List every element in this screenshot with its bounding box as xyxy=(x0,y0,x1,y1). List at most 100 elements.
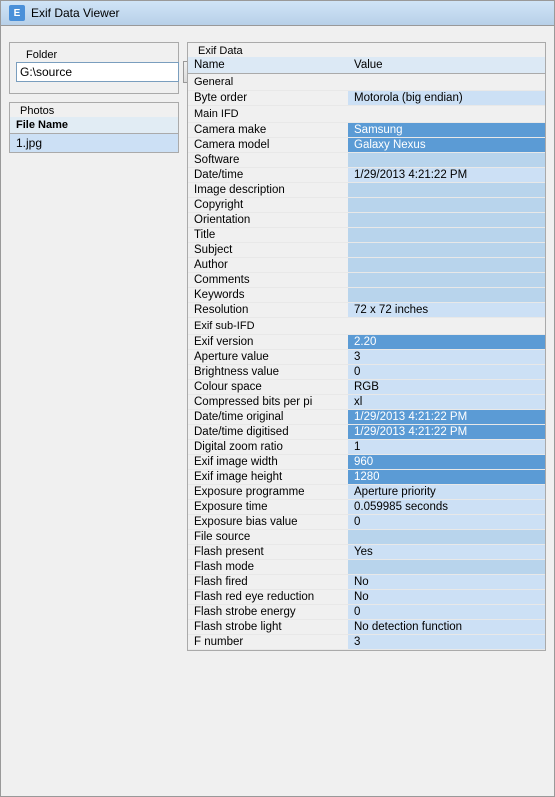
exif-field-name: Date/time original xyxy=(188,410,348,425)
exif-field-name: Brightness value xyxy=(188,365,348,380)
exif-field-value xyxy=(348,273,545,288)
left-panel: Folder Browse Photos File Name 1.jpg xyxy=(9,34,179,651)
main-content: Folder Browse Photos File Name 1.jpg Exi… xyxy=(1,26,554,659)
exif-field-value: 0 xyxy=(348,365,545,380)
exif-field-name: Camera make xyxy=(188,123,348,138)
exif-data-row: Date/time digitised1/29/2013 4:21:22 PM xyxy=(188,425,545,440)
exif-field-value xyxy=(348,153,545,168)
exif-data-row: Resolution72 x 72 inches xyxy=(188,303,545,318)
exif-field-value: RGB xyxy=(348,380,545,395)
exif-field-value xyxy=(348,530,545,545)
exif-field-name: Author xyxy=(188,258,348,273)
exif-field-name: Image description xyxy=(188,183,348,198)
exif-field-value: Motorola (big endian) xyxy=(348,91,545,106)
exif-field-value xyxy=(348,258,545,273)
exif-data-row: Keywords xyxy=(188,288,545,303)
exif-data-row: Flash strobe lightNo detection function xyxy=(188,620,545,635)
exif-data-row: Exposure programmeAperture priority xyxy=(188,485,545,500)
exif-data-row: Exposure time0.059985 seconds xyxy=(188,500,545,515)
exif-table: Name Value GeneralByte orderMotorola (bi… xyxy=(188,57,545,650)
exif-data-row: File source xyxy=(188,530,545,545)
exif-field-name: Exposure time xyxy=(188,500,348,515)
exif-field-value: No xyxy=(348,575,545,590)
exif-field-name: Flash fired xyxy=(188,575,348,590)
exif-field-value xyxy=(348,183,545,198)
exif-field-name: Flash red eye reduction xyxy=(188,590,348,605)
exif-field-name: Resolution xyxy=(188,303,348,318)
exif-data-row: Colour spaceRGB xyxy=(188,380,545,395)
exif-data-row: Compressed bits per pixl xyxy=(188,395,545,410)
exif-field-name: Colour space xyxy=(188,380,348,395)
folder-input[interactable] xyxy=(16,62,179,82)
exif-field-name: Date/time xyxy=(188,168,348,183)
exif-field-value xyxy=(348,228,545,243)
exif-field-name: Flash present xyxy=(188,545,348,560)
exif-field-value: 1 xyxy=(348,440,545,455)
exif-field-name: Copyright xyxy=(188,198,348,213)
exif-field-name: Comments xyxy=(188,273,348,288)
exif-field-value: Yes xyxy=(348,545,545,560)
exif-field-value: 0.059985 seconds xyxy=(348,500,545,515)
exif-field-value: xl xyxy=(348,395,545,410)
window-title: Exif Data Viewer xyxy=(31,6,119,20)
exif-data-row: Exposure bias value0 xyxy=(188,515,545,530)
exif-field-value: 3 xyxy=(348,635,545,650)
exif-data-row: Date/time original1/29/2013 4:21:22 PM xyxy=(188,410,545,425)
exif-field-name: F number xyxy=(188,635,348,650)
exif-field-name: Flash strobe energy xyxy=(188,605,348,620)
file-list-header: File Name xyxy=(10,117,178,134)
exif-field-value: 72 x 72 inches xyxy=(348,303,545,318)
exif-data-row: Exif image height1280 xyxy=(188,470,545,485)
exif-field-value: No detection function xyxy=(348,620,545,635)
exif-section-row: General xyxy=(188,74,545,91)
exif-field-name: Exif image height xyxy=(188,470,348,485)
exif-data-row: Flash red eye reductionNo xyxy=(188,590,545,605)
main-window: E Exif Data Viewer Folder Browse Photos … xyxy=(0,0,555,797)
exif-field-value: Samsung xyxy=(348,123,545,138)
exif-data-row: Brightness value0 xyxy=(188,365,545,380)
exif-field-name: File source xyxy=(188,530,348,545)
exif-field-value: 0 xyxy=(348,605,545,620)
exif-data-row: Image description xyxy=(188,183,545,198)
exif-field-name: Digital zoom ratio xyxy=(188,440,348,455)
file-list: 1.jpg xyxy=(10,134,178,152)
exif-field-value: No xyxy=(348,590,545,605)
exif-field-name: Subject xyxy=(188,243,348,258)
exif-data-row: Exif image width960 xyxy=(188,455,545,470)
exif-data-row: Flash strobe energy0 xyxy=(188,605,545,620)
exif-data-row: Flash firedNo xyxy=(188,575,545,590)
title-bar: E Exif Data Viewer xyxy=(1,1,554,26)
exif-field-name: Exif version xyxy=(188,335,348,350)
exif-data-row: Byte orderMotorola (big endian) xyxy=(188,91,545,106)
exif-field-value: Galaxy Nexus xyxy=(348,138,545,153)
exif-data-row: Software xyxy=(188,153,545,168)
right-panel: Exif Data Name Value GeneralByte orderMo… xyxy=(187,34,546,651)
exif-data-row: Camera makeSamsung xyxy=(188,123,545,138)
exif-section-row: Exif sub-IFD xyxy=(188,318,545,335)
exif-field-value xyxy=(348,560,545,575)
app-icon: E xyxy=(9,5,25,21)
exif-data-row: Digital zoom ratio1 xyxy=(188,440,545,455)
exif-field-value: 960 xyxy=(348,455,545,470)
file-list-item[interactable]: 1.jpg xyxy=(10,134,178,152)
exif-field-name: Date/time digitised xyxy=(188,425,348,440)
exif-field-value: 1/29/2013 4:21:22 PM xyxy=(348,168,545,183)
exif-data-row: Copyright xyxy=(188,198,545,213)
exif-field-value: Aperture priority xyxy=(348,485,545,500)
exif-field-name: Aperture value xyxy=(188,350,348,365)
exif-group-label: Exif Data xyxy=(194,45,247,57)
exif-field-name: Flash mode xyxy=(188,560,348,575)
exif-data-row: Comments xyxy=(188,273,545,288)
exif-data-row: Exif version2.20 xyxy=(188,335,545,350)
exif-field-value: 3 xyxy=(348,350,545,365)
exif-field-name: Exposure programme xyxy=(188,485,348,500)
exif-field-value: 2.20 xyxy=(348,335,545,350)
exif-field-value xyxy=(348,213,545,228)
exif-field-name: Title xyxy=(188,228,348,243)
exif-data-row: Date/time1/29/2013 4:21:22 PM xyxy=(188,168,545,183)
exif-field-name: Software xyxy=(188,153,348,168)
exif-field-value: 0 xyxy=(348,515,545,530)
exif-field-value: 1/29/2013 4:21:22 PM xyxy=(348,410,545,425)
exif-field-name: Compressed bits per pi xyxy=(188,395,348,410)
folder-group-label: Folder xyxy=(22,49,61,61)
